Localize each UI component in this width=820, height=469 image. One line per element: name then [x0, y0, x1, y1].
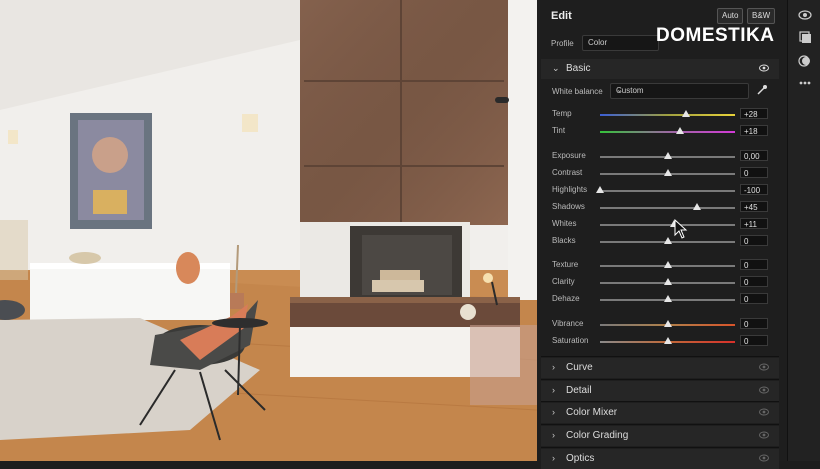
section-color-grading-title: Color Grading — [566, 430, 629, 441]
texture-label: Texture — [552, 260, 579, 269]
highlights-slider-track[interactable] — [600, 190, 735, 192]
dehaze-label: Dehaze — [552, 294, 580, 303]
eye-icon[interactable] — [759, 431, 769, 439]
tool-rail — [787, 0, 820, 461]
section-divider — [541, 401, 779, 402]
eye-icon[interactable] — [798, 8, 812, 22]
tint-slider-handle[interactable] — [675, 127, 684, 134]
edit-panel: Edit Auto B&W Profile Color DOMESTIKA ⌄ … — [537, 0, 787, 469]
blacks-label: Blacks — [552, 236, 576, 245]
section-divider — [541, 424, 779, 425]
whites-label: Whites — [552, 219, 577, 228]
shadows-slider-track[interactable] — [600, 207, 735, 209]
clarity-value-field[interactable]: 0 — [740, 276, 768, 287]
blacks-value-field[interactable]: 0 — [740, 235, 768, 246]
masking-icon[interactable] — [798, 54, 812, 68]
chevron-down-icon: ⌄ — [616, 85, 623, 94]
saturation-label: Saturation — [552, 336, 589, 345]
section-basic-header[interactable]: ⌄ Basic — [541, 59, 779, 79]
saturation-value-field[interactable]: 0 — [740, 335, 768, 346]
section-divider — [541, 379, 779, 380]
section-color-grading-header[interactable]: › Color Grading — [541, 426, 779, 446]
vibrance-value-field[interactable]: 0 — [740, 318, 768, 329]
section-curve-header[interactable]: › Curve — [541, 358, 779, 378]
blacks-slider-handle[interactable] — [663, 237, 672, 244]
eyedropper-icon[interactable] — [756, 84, 768, 96]
chevron-right-icon: › — [552, 453, 555, 463]
section-divider — [541, 356, 779, 357]
whites-value-field[interactable]: +11 — [740, 218, 768, 229]
edit-title: Edit — [551, 10, 572, 22]
vibrance-label: Vibrance — [552, 319, 584, 328]
section-optics-header[interactable]: › Optics — [541, 449, 779, 469]
bw-button[interactable]: B&W — [747, 8, 776, 24]
chevron-right-icon: › — [552, 430, 555, 440]
section-curve-title: Curve — [566, 362, 593, 373]
profile-select[interactable]: Color — [582, 35, 659, 51]
chevron-right-icon: › — [552, 385, 555, 395]
photo-preview — [0, 0, 537, 461]
temp-label: Temp — [552, 109, 572, 118]
exposure-label: Exposure — [552, 151, 586, 160]
profile-label: Profile — [551, 39, 574, 48]
chevron-down-icon: ⌄ — [552, 63, 560, 73]
dehaze-value-field[interactable]: 0 — [740, 293, 768, 304]
dehaze-slider-handle[interactable] — [663, 295, 672, 302]
contrast-label: Contrast — [552, 168, 583, 177]
section-basic-title: Basic — [566, 63, 591, 74]
section-color-mixer-title: Color Mixer — [566, 407, 618, 418]
texture-value-field[interactable]: 0 — [740, 259, 768, 270]
highlights-value-field[interactable]: -100 — [740, 184, 768, 195]
clarity-slider-handle[interactable] — [663, 278, 672, 285]
highlights-label: Highlights — [552, 185, 588, 194]
vibrance-slider-handle[interactable] — [663, 320, 672, 327]
white-balance-select[interactable]: Custom ⌄ — [610, 83, 749, 99]
contrast-value-field[interactable]: 0 — [740, 167, 768, 178]
auto-button[interactable]: Auto — [717, 8, 744, 24]
section-detail-header[interactable]: › Detail — [541, 381, 779, 401]
eye-icon[interactable] — [759, 363, 769, 371]
saturation-slider-handle[interactable] — [663, 337, 672, 344]
contrast-slider-handle[interactable] — [663, 169, 672, 176]
living-room-photo — [0, 0, 537, 461]
section-optics-title: Optics — [566, 453, 595, 464]
section-divider — [541, 447, 779, 448]
tint-slider-track[interactable] — [600, 131, 735, 133]
tint-value-field[interactable]: +18 — [740, 125, 768, 136]
texture-slider-handle[interactable] — [663, 261, 672, 268]
temp-slider-handle[interactable] — [682, 110, 691, 117]
temp-value-field[interactable]: +28 — [740, 108, 768, 119]
tint-label: Tint — [552, 126, 566, 135]
temp-slider-track[interactable] — [600, 114, 735, 116]
mouse-cursor-icon — [674, 219, 688, 239]
exposure-value-field[interactable]: 0,00 — [740, 150, 768, 161]
chevron-right-icon: › — [552, 407, 555, 417]
more-icon[interactable] — [798, 76, 812, 90]
highlights-slider-handle[interactable] — [596, 186, 604, 193]
exposure-slider-handle[interactable] — [663, 152, 672, 159]
eye-icon[interactable] — [759, 408, 769, 416]
shadows-label: Shadows — [552, 202, 585, 211]
section-detail-title: Detail — [566, 385, 592, 396]
whites-slider-track[interactable] — [600, 224, 735, 226]
domestika-logo: DOMESTIKA — [656, 25, 775, 46]
chevron-right-icon: › — [552, 362, 555, 372]
clarity-label: Clarity — [552, 277, 575, 286]
eye-icon[interactable] — [759, 386, 769, 394]
shadows-value-field[interactable]: +45 — [740, 201, 768, 212]
shadows-slider-handle[interactable] — [693, 203, 702, 210]
layers-icon[interactable] — [798, 30, 812, 44]
section-color-mixer-header[interactable]: › Color Mixer — [541, 403, 779, 423]
white-balance-label: White balance — [552, 87, 603, 96]
eye-icon[interactable] — [759, 64, 769, 72]
profile-value: Color — [588, 38, 608, 47]
